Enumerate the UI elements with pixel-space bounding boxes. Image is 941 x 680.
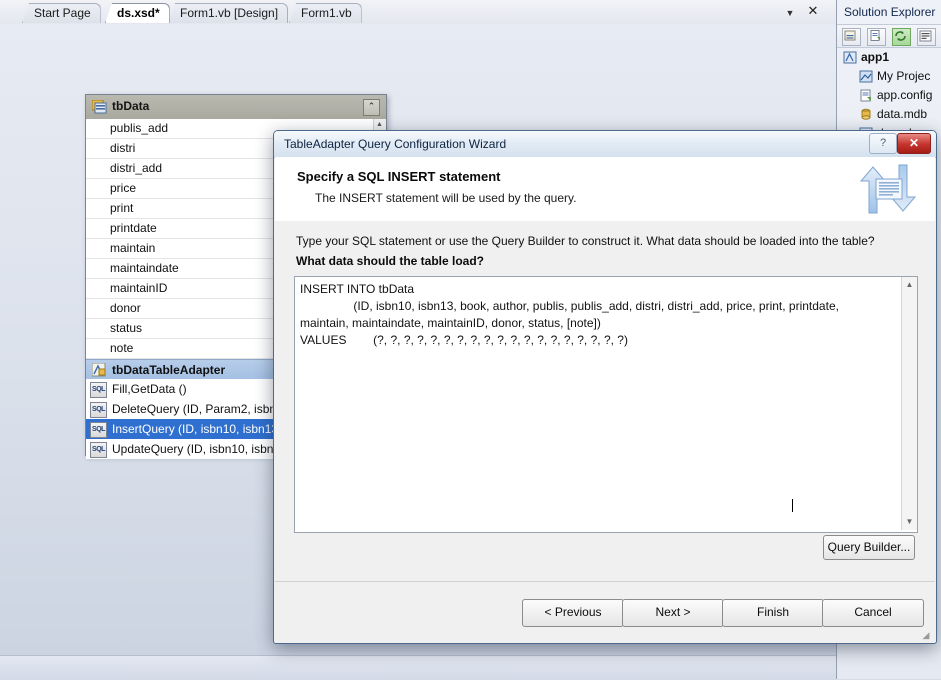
tree-node-app-config[interactable]: app.config <box>837 86 941 105</box>
close-icon[interactable]: ✕ <box>897 133 931 154</box>
tab-start-page[interactable]: Start Page <box>22 3 101 23</box>
table-adapter-icon <box>92 363 106 377</box>
query-label: InsertQuery (ID, isbn10, isbn13, <box>112 422 282 436</box>
resize-grip[interactable]: ◢ <box>920 629 932 641</box>
tbdata-header: tbData ⌃ <box>86 95 386 120</box>
my-project-icon <box>859 70 873 83</box>
scroll-down-arrow-icon[interactable]: ▼ <box>903 515 916 529</box>
scroll-up-arrow-icon[interactable]: ▲ <box>374 119 385 130</box>
properties-icon[interactable] <box>842 28 861 46</box>
wizard-header: Specify a SQL INSERT statement The INSER… <box>275 157 935 222</box>
sql-statement-textarea[interactable]: INSERT INTO tbData (ID, isbn10, isbn13, … <box>294 276 918 533</box>
wizard-subheading: The INSERT statement will be used by the… <box>315 191 577 205</box>
close-icon[interactable]: ✕ <box>806 4 820 18</box>
tableadapter-query-wizard-dialog[interactable]: TableAdapter Query Configuration Wizard … <box>273 130 937 644</box>
wizard-heading: Specify a SQL INSERT statement <box>297 169 501 184</box>
tbdata-title: tbData <box>112 99 150 113</box>
tab-form1-design[interactable]: Form1.vb [Design] <box>168 3 289 23</box>
finish-button[interactable]: Finish <box>722 599 824 627</box>
query-label: Fill,GetData () <box>112 382 187 396</box>
sql-icon: SQL <box>90 402 107 418</box>
designer-bottom-strip <box>0 655 836 680</box>
query-label: DeleteQuery (ID, Param2, isbn1 <box>112 402 283 416</box>
view-code-icon[interactable] <box>917 28 936 46</box>
text-caret <box>792 499 793 512</box>
project-icon <box>843 51 857 64</box>
tree-node-label: My Projec <box>877 69 931 83</box>
show-all-files-icon[interactable] <box>867 28 886 46</box>
solution-explorer-toolbar <box>837 24 941 48</box>
data-sync-arrows-icon <box>859 164 917 214</box>
sql-icon: SQL <box>90 442 107 458</box>
tree-node-data-mdb[interactable]: data.mdb <box>837 105 941 124</box>
sql-icon: SQL <box>90 382 107 398</box>
wizard-footer: < Previous Next > Finish Cancel ◢ <box>275 581 935 643</box>
previous-button[interactable]: < Previous <box>522 599 624 627</box>
tree-node-app1[interactable]: app1 <box>837 48 941 67</box>
tree-node-label: data.mdb <box>877 107 928 121</box>
sql-icon: SQL <box>90 422 107 438</box>
database-icon <box>861 108 871 120</box>
sql-editor-scrollbar[interactable]: ▲ ▼ <box>901 277 917 530</box>
table-icon <box>92 100 107 114</box>
scroll-up-arrow-icon[interactable]: ▲ <box>903 278 916 292</box>
query-builder-button[interactable]: Query Builder... <box>823 535 915 560</box>
tree-node-my-project[interactable]: My Projec <box>837 67 941 86</box>
document-tab-strip: Start Page ds.xsd* Form1.vb [Design] For… <box>0 0 836 25</box>
instruction-text: Type your SQL statement or use the Query… <box>296 234 875 248</box>
help-icon[interactable]: ? <box>869 133 897 154</box>
solution-explorer-title: Solution Explorer <box>844 5 936 19</box>
cancel-button[interactable]: Cancel <box>822 599 924 627</box>
config-file-icon <box>860 89 871 102</box>
tab-form1-vb[interactable]: Form1.vb <box>289 3 362 23</box>
wizard-body: Type your SQL statement or use the Query… <box>275 221 935 560</box>
next-button[interactable]: Next > <box>622 599 724 627</box>
question-text: What data should the table load? <box>296 254 485 268</box>
tree-node-label: app.config <box>877 88 933 102</box>
chevron-down-icon[interactable]: ▼ <box>784 7 796 19</box>
sql-statement-text: INSERT INTO tbData (ID, isbn10, isbn13, … <box>300 282 839 347</box>
tab-ds-xsd[interactable]: ds.xsd* <box>105 3 170 23</box>
solution-explorer-tree: app1 My Projec app.config data.mdb <box>837 48 941 143</box>
tree-node-label: app1 <box>861 50 890 64</box>
tab-navigation-controls: ▼ ✕ <box>784 4 828 21</box>
wizard-titlebar[interactable]: TableAdapter Query Configuration Wizard … <box>274 131 936 158</box>
refresh-icon[interactable] <box>892 28 911 46</box>
query-label: UpdateQuery (ID, isbn10, isbn1 <box>112 442 281 456</box>
collapse-chevron-up-icon[interactable]: ⌃ <box>363 99 380 116</box>
adapter-title: tbDataTableAdapter <box>112 363 226 377</box>
wizard-title: TableAdapter Query Configuration Wizard <box>284 137 507 151</box>
